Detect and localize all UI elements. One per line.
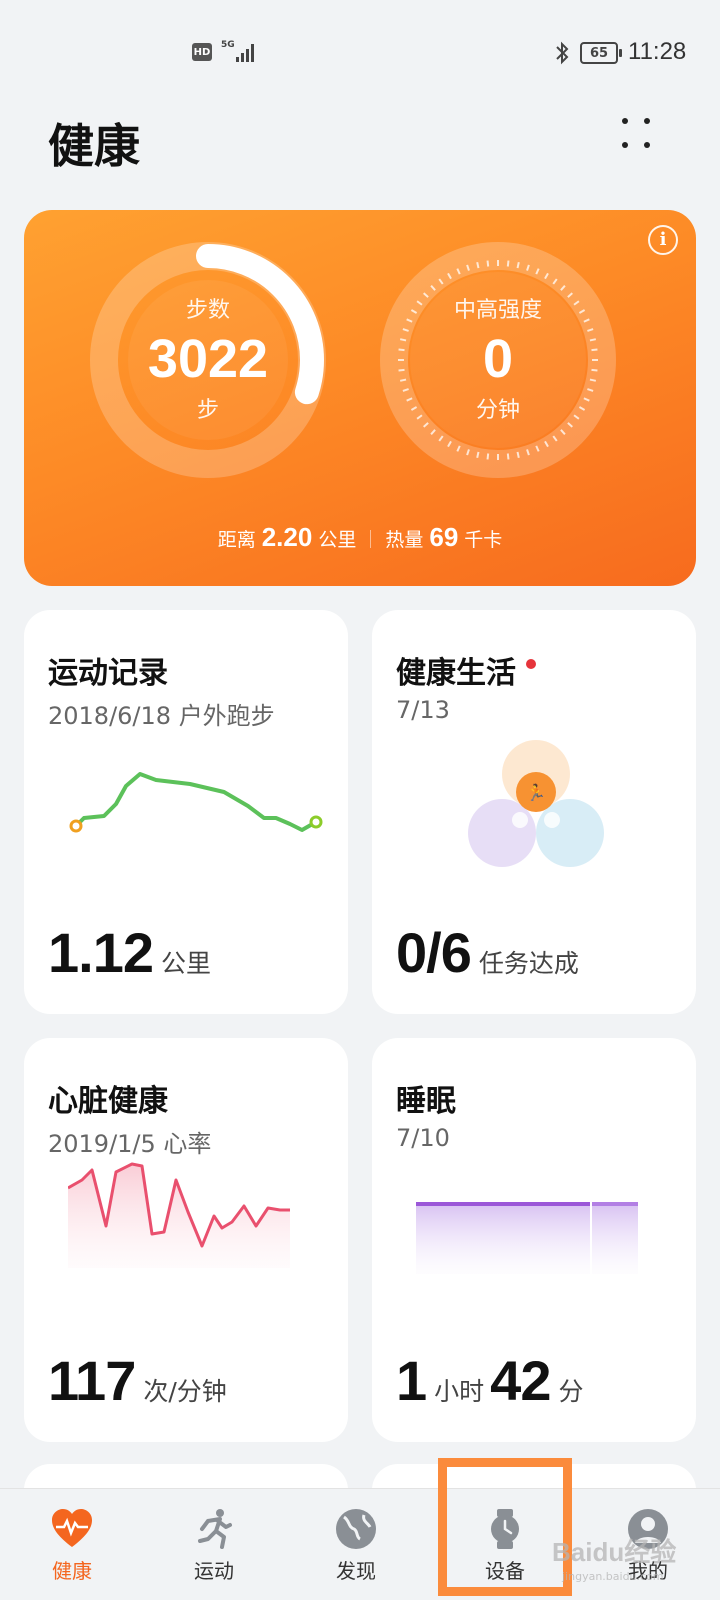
sleep-bar-chart <box>416 1202 638 1274</box>
healthy-living-metric: 0/6 任务达成 <box>396 920 585 985</box>
intensity-tick <box>476 261 480 269</box>
heart-rate-value: 117 <box>48 1349 136 1412</box>
nav-discover-label: 发现 <box>336 1559 376 1583</box>
health-clover-graphic: 🏃 <box>468 740 604 867</box>
network-type: 5G <box>221 40 235 50</box>
route-start-icon <box>69 819 83 833</box>
intensity-label: 中高强度 <box>453 298 542 323</box>
intensity-tick <box>476 451 480 459</box>
route-map-thumbnail <box>69 772 323 833</box>
intensity-tick <box>506 260 510 267</box>
heart-rate-unit: 次/分钟 <box>143 1377 227 1406</box>
heart-health-card[interactable]: 心脏健康 2019/1/5 心率 117 次/分钟 <box>24 1038 348 1442</box>
globe-icon <box>336 1509 376 1549</box>
exercise-record-card[interactable]: 运动记录 2018/6/18 户外跑步 1.12 公里 <box>24 610 348 1014</box>
heart-title: 心脏健康 <box>48 1084 168 1119</box>
tasks-value: 0/6 <box>396 921 472 984</box>
exercise-metric: 1.12 公里 <box>48 920 217 985</box>
exercise-title: 运动记录 <box>48 656 168 691</box>
calories-value: 69 <box>429 522 459 552</box>
more-options-button[interactable] <box>622 116 664 158</box>
smile-icon <box>544 812 560 828</box>
nav-health-label: 健康 <box>52 1559 92 1583</box>
activity-summary-card[interactable]: i 步数 3022 步 中高强度 0 分钟 距离 2.20 公里 热量 69 千卡 <box>24 210 696 586</box>
intensity-value: 0 <box>482 329 514 389</box>
sleep-hours-unit: 小时 <box>434 1377 485 1406</box>
steps-unit: 步 <box>196 398 219 423</box>
exercise-distance-unit: 公里 <box>161 949 212 978</box>
intensity-tick <box>486 260 490 267</box>
sleep-hours-value: 1 <box>396 1349 427 1412</box>
healthy-living-title: 健康生活 <box>396 656 516 691</box>
heart-pulse-icon <box>52 1509 92 1547</box>
heart-subtitle: 2019/1/5 心率 <box>48 1130 212 1158</box>
distance-label: 距离 <box>217 529 256 551</box>
watermark-url: jingyan.baidu.com <box>562 1570 664 1583</box>
heart-metric: 117 次/分钟 <box>48 1348 233 1413</box>
sleep-card[interactable]: 睡眠 7/10 1 小时 42 分 <box>372 1038 696 1442</box>
bluetooth-icon <box>556 41 569 65</box>
sleep-metric: 1 小时 42 分 <box>396 1348 589 1413</box>
moon-icon <box>512 812 528 828</box>
sleep-subtitle: 7/10 <box>396 1124 450 1152</box>
exercise-subtitle: 2018/6/18 户外跑步 <box>48 702 275 730</box>
page-title: 健康 <box>48 119 140 173</box>
signal-icon <box>236 44 256 62</box>
nav-health[interactable]: 健康 <box>12 1489 132 1600</box>
distance-value: 2.20 <box>261 522 313 552</box>
intensity-tick <box>516 451 520 459</box>
status-time: 11:28 <box>628 38 687 65</box>
nav-exercise-label: 运动 <box>194 1559 234 1583</box>
sleep-title: 睡眠 <box>396 1084 456 1119</box>
watermark-logo: Baidu经验 <box>552 1537 677 1567</box>
info-icon[interactable]: i <box>648 225 678 255</box>
exercise-distance-value: 1.12 <box>48 921 154 984</box>
running-icon <box>198 1509 232 1549</box>
calories-unit: 千卡 <box>464 529 503 551</box>
distance-unit: 公里 <box>318 529 357 551</box>
annotation-highlight-box <box>438 1458 572 1596</box>
intensity-tick <box>486 453 490 460</box>
nav-exercise[interactable]: 运动 <box>154 1489 274 1600</box>
intensity-unit: 分钟 <box>475 398 520 423</box>
intensity-tick <box>506 453 510 460</box>
steps-value: 3022 <box>147 329 269 389</box>
calories-label: 热量 <box>385 529 424 551</box>
healthy-living-title-wrap: 健康生活 <box>396 648 536 692</box>
sleep-minutes-value: 42 <box>490 1349 551 1412</box>
notification-dot <box>526 659 536 669</box>
sleep-minutes-unit: 分 <box>558 1377 584 1406</box>
hd-badge: HD <box>192 43 212 61</box>
healthy-living-card[interactable]: 健康生活 7/13 🏃 0/6 任务达成 <box>372 610 696 1014</box>
intensity-tick <box>516 261 520 269</box>
run-icon: 🏃 <box>526 783 546 802</box>
intensity-ring-text: 中高强度 0 分钟 <box>378 292 618 424</box>
nav-discover[interactable]: 发现 <box>296 1489 416 1600</box>
divider <box>370 530 372 548</box>
status-bar: HD 5G 65 11:28 <box>0 0 720 100</box>
route-end-icon <box>309 815 323 829</box>
heart-rate-sparkline <box>68 1162 290 1268</box>
tasks-unit: 任务达成 <box>478 949 579 978</box>
steps-label: 步数 <box>185 298 230 323</box>
steps-ring-text: 步数 3022 步 <box>88 292 328 424</box>
battery-icon: 65 <box>580 42 622 64</box>
healthy-living-subtitle: 7/13 <box>396 696 450 724</box>
activity-footer: 距离 2.20 公里 热量 69 千卡 <box>24 522 696 553</box>
